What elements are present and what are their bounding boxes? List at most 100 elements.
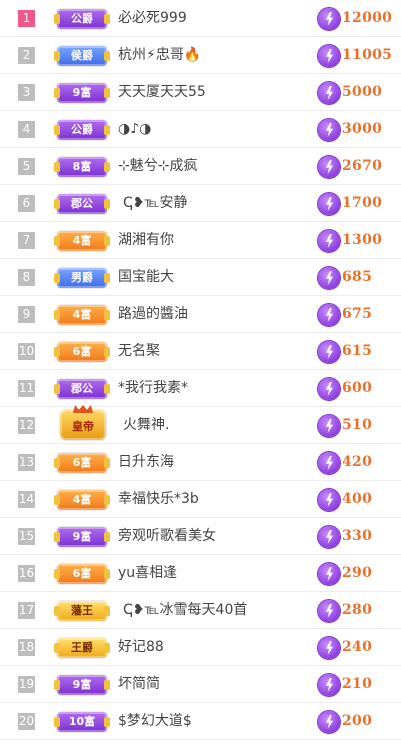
- user-name[interactable]: *我行我素*: [118, 370, 188, 407]
- rank-title-badge: 侯爵: [54, 46, 110, 66]
- rank-title-badge: 公爵: [54, 120, 110, 140]
- user-name[interactable]: ⊹魅兮⊹成疯: [118, 148, 197, 185]
- list-item[interactable]: 7 4富 湖湘有你 1300: [0, 222, 401, 259]
- user-name[interactable]: $梦幻大道$: [118, 703, 192, 740]
- gift-amount: 210: [342, 676, 373, 692]
- user-name[interactable]: 路過的醬油: [118, 296, 188, 333]
- rank-number: 1: [18, 10, 35, 27]
- lightning-coin-icon: [318, 452, 340, 474]
- rank-title-badge: 藩王: [54, 601, 110, 621]
- ranking-list: 1 公爵 必必死999 12000 2 侯爵 杭州⚡忠哥🔥 11005 3 9富 天天厦天天55 50…: [0, 0, 401, 740]
- badge-label: 皇帝: [72, 420, 94, 433]
- badge-label: 藩王: [71, 604, 93, 617]
- user-name[interactable]: ◑♪◑: [118, 111, 151, 148]
- rank-number: 15: [18, 528, 35, 545]
- badge-label: 6富: [72, 567, 92, 580]
- gift-amount: 1300: [342, 232, 383, 248]
- list-item[interactable]: 16 6富 yu喜相逢 290: [0, 555, 401, 592]
- list-item[interactable]: 11 郡公 *我行我素* 600: [0, 370, 401, 407]
- lightning-coin-icon: [318, 600, 340, 622]
- badge-label: 9富: [72, 86, 92, 99]
- list-item[interactable]: 14 4富 幸福快乐*3b 400: [0, 481, 401, 518]
- user-name[interactable]: 杭州⚡忠哥🔥: [118, 37, 201, 74]
- rank-number: 13: [18, 454, 35, 471]
- rank-number: 16: [18, 565, 35, 582]
- rank-number: 14: [18, 491, 35, 508]
- badge-label: 侯爵: [71, 49, 93, 62]
- gift-amount: 400: [342, 491, 373, 507]
- badge-label: 4富: [72, 234, 92, 247]
- rank-title-badge: 9富: [54, 83, 110, 103]
- list-item[interactable]: 4 公爵 ◑♪◑ 3000: [0, 111, 401, 148]
- list-item[interactable]: 17 藩王 ↅ❥℡冰雪每天40首 280: [0, 592, 401, 629]
- gift-amount: 12000: [342, 10, 393, 26]
- lightning-coin-icon: [318, 156, 340, 178]
- gift-amount: 5000: [342, 84, 383, 100]
- rank-title-badge: 4富: [54, 231, 110, 251]
- gift-amount: 675: [342, 306, 373, 322]
- gift-amount: 420: [342, 454, 373, 470]
- gift-amount: 330: [342, 528, 373, 544]
- badge-label: 9富: [72, 678, 92, 691]
- rank-number: 17: [18, 602, 35, 619]
- rank-number: 6: [18, 195, 35, 212]
- lightning-coin-icon: [318, 526, 340, 548]
- list-item[interactable]: 12 皇帝 火舞神. 510: [0, 405, 401, 444]
- user-name[interactable]: 无名棸: [118, 333, 160, 370]
- list-item[interactable]: 6 郡公 ↅ❥℡安静 1700: [0, 185, 401, 222]
- list-item[interactable]: 20 10富 $梦幻大道$ 200: [0, 703, 401, 740]
- user-name[interactable]: 日升东海: [118, 444, 174, 481]
- list-item[interactable]: 19 9富 坏简简 210: [0, 666, 401, 703]
- user-name[interactable]: 旁观听歌看美女: [118, 518, 216, 555]
- gift-amount: 1700: [342, 195, 383, 211]
- list-item[interactable]: 15 9富 旁观听歌看美女 330: [0, 518, 401, 555]
- lightning-coin-icon: [318, 304, 340, 326]
- list-item[interactable]: 2 侯爵 杭州⚡忠哥🔥 11005: [0, 37, 401, 74]
- crown-icon: [73, 405, 93, 413]
- list-item[interactable]: 10 6富 无名棸 615: [0, 333, 401, 370]
- lightning-coin-icon: [318, 415, 340, 437]
- rank-title-badge: 9富: [54, 675, 110, 695]
- user-name[interactable]: ↅ❥℡冰雪每天40首: [123, 592, 247, 629]
- badge-label: 郡公: [71, 382, 93, 395]
- badge-label: 4富: [72, 308, 92, 321]
- rank-number: 2: [18, 47, 35, 64]
- user-name[interactable]: 必必死999: [118, 0, 187, 37]
- list-item[interactable]: 1 公爵 必必死999 12000: [0, 0, 401, 37]
- user-name[interactable]: yu喜相逢: [118, 555, 177, 592]
- user-name[interactable]: 天天厦天天55: [118, 74, 206, 111]
- badge-label: 公爵: [71, 12, 93, 25]
- list-item[interactable]: 18 王爵 好记88 240: [0, 629, 401, 666]
- gift-amount: 615: [342, 343, 373, 359]
- gift-amount: 3000: [342, 121, 383, 137]
- rank-number: 9: [18, 306, 35, 323]
- gift-amount: 11005: [342, 47, 393, 63]
- rank-number: 11: [18, 380, 35, 397]
- rank-number: 10: [18, 343, 35, 360]
- lightning-coin-icon: [318, 8, 340, 30]
- user-name[interactable]: ↅ❥℡安静: [123, 185, 188, 222]
- lightning-coin-icon: [318, 267, 340, 289]
- gift-amount: 200: [342, 713, 373, 729]
- gift-amount: 685: [342, 269, 373, 285]
- user-name[interactable]: 火舞神.: [123, 407, 169, 444]
- rank-number: 7: [18, 232, 35, 249]
- badge-label: 6富: [72, 345, 92, 358]
- list-item[interactable]: 8 男爵 国宝能大 685: [0, 259, 401, 296]
- badge-label: 9富: [72, 530, 92, 543]
- list-item[interactable]: 3 9富 天天厦天天55 5000: [0, 74, 401, 111]
- rank-title-badge: 8富: [54, 157, 110, 177]
- user-name[interactable]: 坏简简: [118, 666, 160, 703]
- lightning-coin-icon: [318, 193, 340, 215]
- list-item[interactable]: 9 4富 路過的醬油 675: [0, 296, 401, 333]
- user-name[interactable]: 湖湘有你: [118, 222, 174, 259]
- user-name[interactable]: 幸福快乐*3b: [118, 481, 199, 518]
- rank-number: 4: [18, 121, 35, 138]
- user-name[interactable]: 国宝能大: [118, 259, 174, 296]
- rank-number: 12: [18, 417, 35, 434]
- list-item[interactable]: 13 6富 日升东海 420: [0, 444, 401, 481]
- list-item[interactable]: 5 8富 ⊹魅兮⊹成疯 2670: [0, 148, 401, 185]
- rank-title-badge: 男爵: [54, 268, 110, 288]
- user-name[interactable]: 好记88: [118, 629, 164, 666]
- badge-label: 6富: [72, 456, 92, 469]
